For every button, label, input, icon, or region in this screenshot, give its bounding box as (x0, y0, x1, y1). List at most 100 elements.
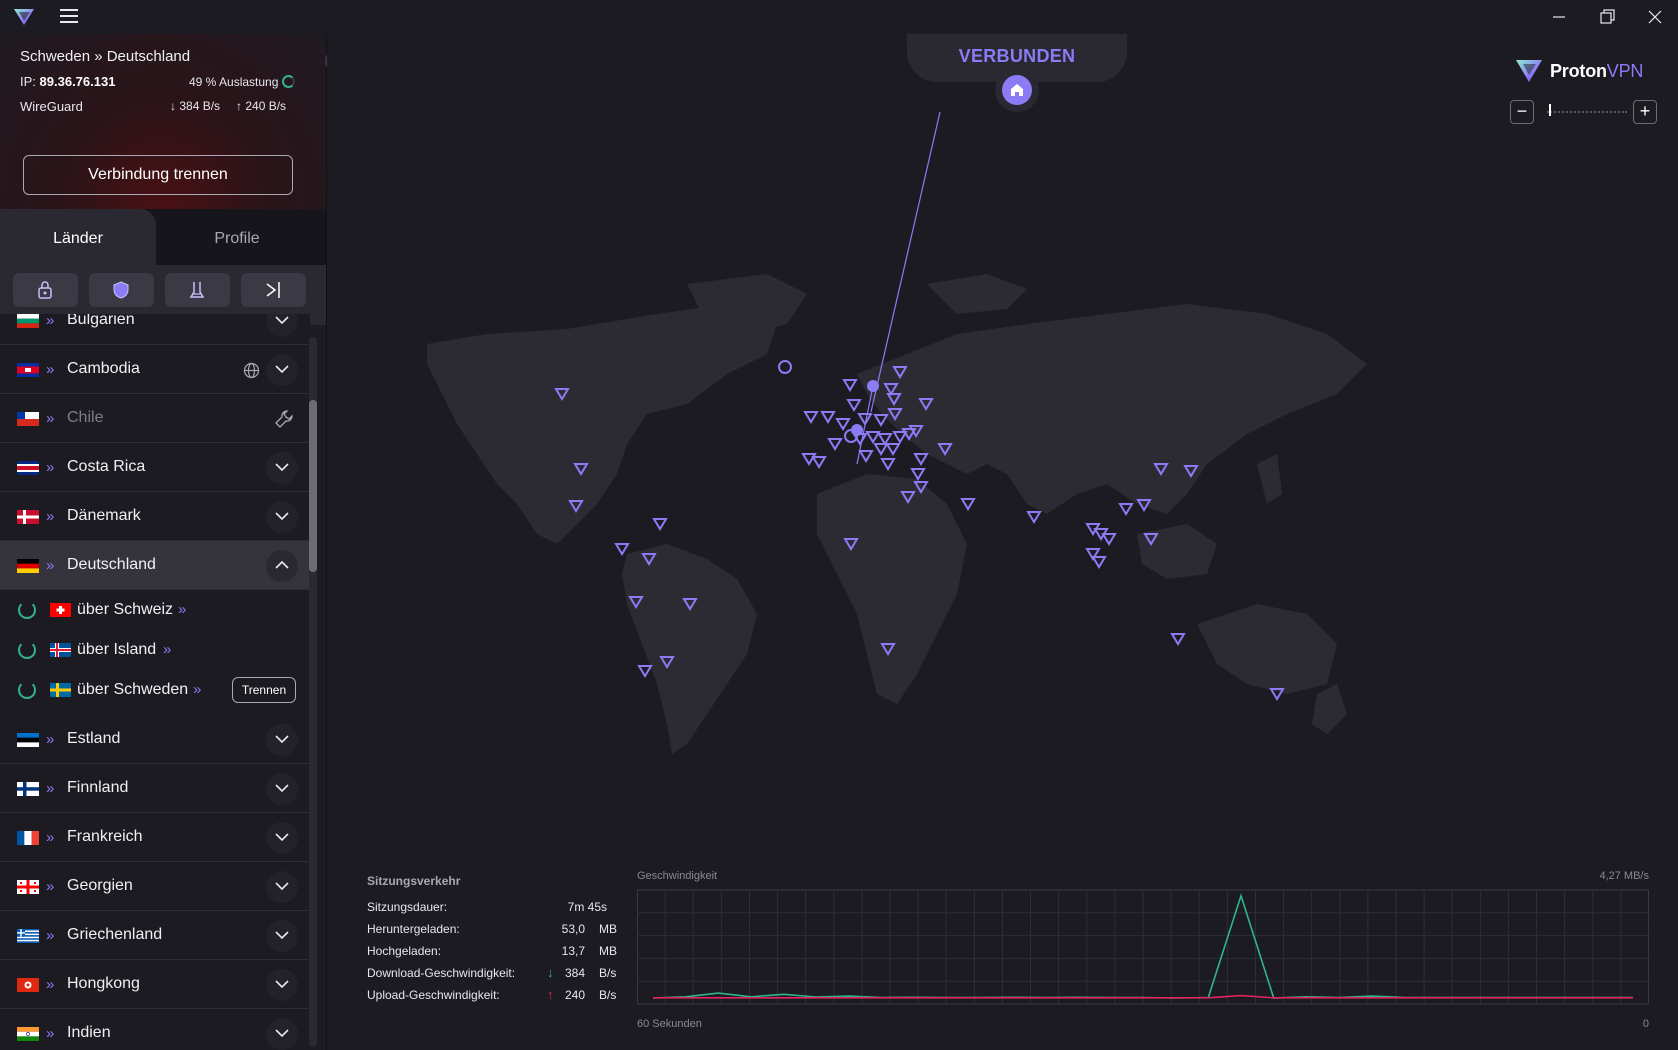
connection-panel: Schweden » Deutschland IP: 89.36.76.131 … (0, 34, 326, 209)
country-row-georgien[interactable]: » Georgien (0, 862, 310, 911)
flag-finnland-icon (17, 782, 39, 796)
server-marker-sweden[interactable] (867, 380, 879, 392)
filter-tor-button[interactable] (241, 273, 306, 307)
connect-ring-icon[interactable] (18, 601, 36, 619)
country-name: Costa Rica (67, 458, 146, 475)
home-icon (1011, 84, 1023, 96)
tab-countries[interactable]: Länder (0, 209, 156, 265)
collapse-button[interactable] (266, 550, 298, 582)
brand-name-light: VPN (1606, 61, 1644, 81)
stat-value: 53,0 (561, 922, 585, 936)
filter-p2p-button[interactable] (165, 273, 230, 307)
country-name: Hongkong (67, 975, 140, 992)
server-marker-iceland[interactable] (778, 360, 792, 374)
expand-button[interactable] (266, 969, 298, 1001)
filter-secure-core-button[interactable] (13, 273, 78, 307)
zoom-slider[interactable] (1547, 111, 1627, 113)
zoom-out-button[interactable]: − (1510, 100, 1534, 124)
ip-label: IP: (20, 74, 36, 89)
expand-button[interactable] (266, 501, 298, 533)
country-name: Finnland (67, 779, 129, 796)
disconnect-button[interactable]: Verbindung trennen (23, 155, 293, 195)
expand-button[interactable] (266, 452, 298, 484)
home-marker-inner[interactable] (1002, 75, 1032, 105)
scrollbar-thumb[interactable] (309, 400, 317, 572)
stat-unit: MB (599, 944, 617, 958)
flag-frankreich-icon (17, 831, 39, 845)
country-row-indien[interactable]: » Indien (0, 1009, 310, 1050)
stat-value: 240 (564, 988, 585, 1002)
country-row-griechenland[interactable]: » Griechenland (0, 911, 310, 960)
server-row-ueber-schweden[interactable]: über Schweden » Trennen (0, 670, 310, 710)
minimize-icon[interactable] (1548, 6, 1570, 28)
chart-title: Geschwindigkeit (637, 870, 718, 882)
connect-ring-icon[interactable] (18, 681, 36, 699)
expand-button[interactable] (266, 1018, 298, 1050)
speed-chart: Geschwindigkeit 4,27 MB/s 60 Sekunden 0 (637, 870, 1649, 1040)
chevron-down-icon (275, 980, 289, 989)
arrow-down-icon: ↓ (170, 99, 176, 113)
expand-button[interactable] (266, 314, 298, 337)
stat-label: Upload-Geschwindigkeit: (367, 988, 500, 1002)
country-row-cambodia[interactable]: » Cambodia (0, 345, 310, 394)
menu-icon[interactable] (60, 9, 78, 23)
close-icon[interactable] (1644, 6, 1666, 28)
world-map[interactable] (327, 34, 1678, 814)
expand-button[interactable] (266, 724, 298, 756)
stat-unit: B/s (599, 966, 617, 980)
flag-deutschland-icon (17, 559, 39, 573)
expand-button[interactable] (266, 822, 298, 854)
protonvpn-logo-icon[interactable] (13, 8, 35, 26)
secure-core-chevrons-icon: » (46, 314, 55, 329)
connection-status: VERBUNDEN (958, 46, 1076, 66)
secure-core-chevrons-icon: » (46, 361, 55, 378)
chevron-down-icon (275, 316, 289, 325)
connect-ring-icon[interactable] (18, 641, 36, 659)
main-area: VERBUNDEN ProtonVPN − + Sitzungsverkehr … (327, 34, 1678, 1050)
flag-daenemark-icon (17, 510, 39, 524)
ip-value: 89.36.76.131 (39, 74, 116, 89)
restore-icon[interactable] (1596, 6, 1618, 28)
server-disconnect-button[interactable]: Trennen (232, 677, 296, 703)
secure-core-chevrons-icon: » (46, 557, 55, 574)
country-row-chile[interactable]: » Chile (0, 394, 310, 443)
filter-netshield-button[interactable] (89, 273, 154, 307)
secure-core-chevrons-icon: » (178, 601, 187, 618)
secure-core-icon (38, 281, 52, 299)
expand-button[interactable] (266, 354, 298, 386)
country-row-frankreich[interactable]: » Frankreich (0, 813, 310, 862)
flag-cambodia-icon (17, 363, 39, 377)
country-name: Estland (67, 730, 121, 747)
stat-unit: B/s (599, 988, 617, 1002)
country-row-costa-rica[interactable]: » Costa Rica (0, 443, 310, 492)
expand-button[interactable] (266, 773, 298, 805)
country-row-daenemark[interactable]: » Dänemark (0, 492, 310, 541)
country-row-bulgarien[interactable]: » Bulgarien (0, 314, 310, 345)
expand-button[interactable] (266, 871, 298, 903)
server-row-ueber-schweiz[interactable]: über Schweiz » (0, 590, 310, 630)
country-row-deutschland[interactable]: » Deutschland (0, 541, 310, 590)
secure-core-chevrons-icon: » (46, 731, 55, 748)
country-name: Dänemark (67, 507, 141, 524)
expand-button[interactable] (266, 920, 298, 952)
flag-indien-icon (17, 1027, 39, 1041)
country-row-estland[interactable]: » Estland (0, 715, 310, 764)
zoom-slider-thumb[interactable] (1549, 104, 1551, 116)
stat-value: 384 (564, 966, 585, 980)
secure-core-chevrons-icon: » (46, 459, 55, 476)
flag-costa-rica-icon (17, 461, 39, 475)
flag-chile-icon (17, 412, 39, 426)
country-row-finnland[interactable]: » Finnland (0, 764, 310, 813)
chart-xlabel-left: 60 Sekunden (637, 1018, 702, 1030)
download-rate-value: 384 B/s (179, 99, 221, 113)
title-bar (0, 0, 1678, 34)
server-row-ueber-island[interactable]: über Island » (0, 630, 310, 670)
secure-core-chevrons-icon: » (46, 410, 55, 427)
session-title: Sitzungsverkehr (367, 874, 461, 888)
country-row-hongkong[interactable]: » Hongkong (0, 960, 310, 1009)
server-marker-germany[interactable] (851, 424, 863, 436)
flag-bulgarien-icon (17, 314, 39, 328)
zoom-in-button[interactable]: + (1633, 100, 1657, 124)
chevron-down-icon (275, 784, 289, 793)
chevron-down-icon (275, 512, 289, 521)
